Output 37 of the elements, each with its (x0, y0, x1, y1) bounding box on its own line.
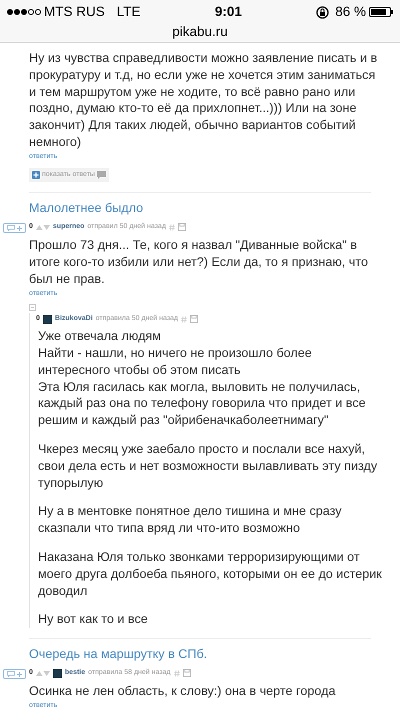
collapse-icon[interactable] (29, 304, 36, 312)
comment-text: Эта Юля гасилась как могла, выловить не получилась, каждый раз она по телефону говорила что придет и все решим и каждый раз "ойрибеначкаболеетнимагу" (38, 378, 367, 429)
save-icon[interactable] (190, 315, 198, 324)
add-comment-button[interactable] (3, 223, 26, 234)
speech-bubble-icon (7, 671, 15, 678)
comment-text: Наказана Юля только звонками терроризирующими от моего друга долбоеба пьяного, которыми он ее до истерик доводил (38, 548, 383, 600)
comment-text: Прошло 73 дня... Те, кого я назвал "Диванные войска" в итоге кого-то избили или нет?) Если да, то я признаю, что был не прав. (29, 237, 369, 288)
add-comment-button[interactable] (3, 669, 26, 680)
carrier-name: MTS RUS (44, 2, 105, 21)
rotation-lock-icon (316, 6, 330, 18)
network-type: LTE (116, 2, 141, 21)
comment-text: Осинка не лен область, к слову:) она в черте города (29, 683, 336, 700)
post-title-link[interactable]: Очередь на маршрутку в СПб. (29, 645, 400, 664)
hash-icon[interactable] (168, 224, 175, 231)
battery-icon (369, 7, 394, 17)
comment-text: Ну а в ментовке понятное дело тишина и мне сразу сказпали что типа вряд ли что-ито возможно (38, 503, 343, 537)
comment-text: Уже отвечала людям (38, 328, 162, 345)
plus-icon (17, 672, 22, 677)
post-title-link[interactable]: Малолетнее быдло (29, 199, 400, 218)
save-icon[interactable] (182, 669, 191, 678)
page-url[interactable]: pikabu.ru (172, 22, 228, 42)
speech-bubble-icon (96, 171, 106, 180)
save-icon[interactable] (178, 223, 186, 232)
plus-icon (32, 171, 40, 180)
hash-icon[interactable] (174, 670, 180, 677)
plus-icon (17, 226, 22, 231)
hash-icon[interactable] (181, 316, 188, 323)
speech-bubble-icon (7, 225, 15, 232)
vote-arrows-icon[interactable] (36, 224, 50, 230)
vote-arrows-icon[interactable] (36, 670, 50, 676)
comment-text: Ну из чувства справедливости можно заявление писать и в прокуратуру и т.д, но если уже не хочется этим заниматься и тем маршрутом уже не ходите, то всё равно рано или поздно, думаю кто-то её да прихлопнет...))) Или на зоне закончит) Для таких людей, обычно вариантов событий немного) (29, 50, 378, 151)
signal-icon (7, 9, 41, 15)
clock-time: 9:01 (214, 2, 242, 21)
comment-text: Найти - нашли, но ничего не произошло более интересного чтобы об этом писать (38, 344, 313, 379)
comment-text: Чкерез месяц уже заебало просто и послали все нахуй, свои дела есть и нет возможности вылавливать эту пизду тупорылую (38, 440, 378, 492)
comment-text: Ну вот как то и все (38, 611, 149, 628)
battery-percent: 86 % (335, 2, 366, 21)
